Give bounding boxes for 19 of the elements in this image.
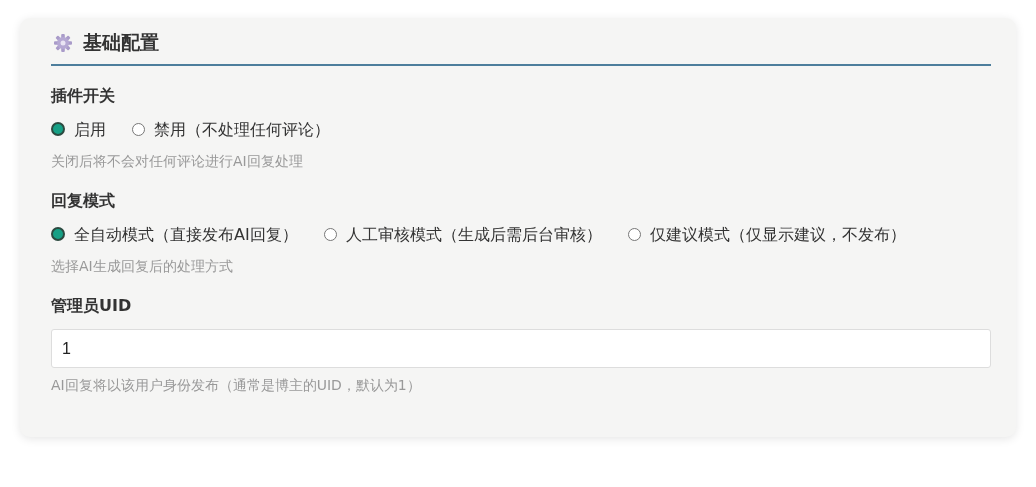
hint-text: 选择AI生成回复后的处理方式 — [51, 258, 234, 276]
radio-button[interactable] — [51, 122, 65, 136]
field-label: 插件开关 — [51, 86, 116, 107]
radio-label[interactable]: 全自动模式（直接发布AI回复） — [74, 225, 298, 244]
radio-button[interactable] — [51, 227, 65, 241]
field-label: 管理员UID — [51, 296, 133, 317]
section-title: 基础配置 — [83, 30, 159, 55]
radio-label[interactable]: 人工审核模式（生成后需后台审核） — [345, 225, 602, 244]
hint-text: 关闭后将不会对任何评论进行AI回复处理 — [51, 153, 304, 171]
gear-icon — [53, 33, 73, 53]
radio-label[interactable]: 禁用（不处理任何评论） — [154, 120, 330, 139]
radio-button[interactable] — [627, 228, 641, 241]
field-label: 回复模式 — [51, 191, 116, 212]
radio-label[interactable]: 仅建议模式（仅显示建议，不发布） — [649, 225, 906, 244]
input-field[interactable]: 1 — [51, 329, 991, 368]
hint-text: AI回复将以该用户身份发布（通常是博主的UID，默认为1） — [51, 377, 422, 395]
radio-label[interactable]: 启用 — [74, 120, 106, 139]
radio-button[interactable] — [132, 123, 145, 136]
radio-button[interactable] — [323, 228, 337, 241]
